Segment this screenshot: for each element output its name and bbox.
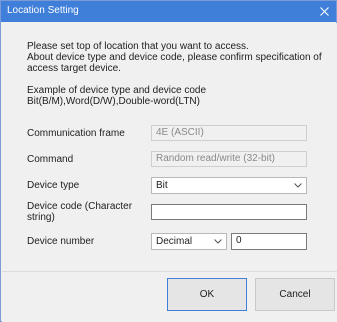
close-button[interactable] (312, 1, 336, 22)
intro-text: Please set top of location that you want… (27, 41, 332, 74)
device-code-label-line-1: Device code (Character (27, 201, 133, 212)
device-code-label-line-2: string) (27, 212, 55, 223)
device-type-select[interactable]: Bit (151, 177, 307, 194)
number-format-select[interactable]: Decimal (151, 233, 227, 250)
communication-frame-label: Communication frame (27, 128, 125, 139)
close-icon (319, 7, 329, 16)
dialog-footer: OK Cancel (2, 272, 337, 322)
command-label: Command (27, 154, 74, 165)
example-text: Example of device type and device code B… (27, 85, 327, 107)
dialog-title: Location Setting (7, 5, 79, 16)
location-setting-dialog: Location Setting Please set top of locat… (0, 0, 337, 322)
command-field: Random read/write (32-bit) (151, 151, 307, 167)
communication-frame-field: 4E (ASCII) (151, 125, 307, 141)
number-format-value: Decimal (156, 236, 193, 247)
intro-line-2: About device type and device code, pleas… (27, 52, 322, 63)
device-code-label: Device code (Character string) (27, 201, 147, 223)
device-type-value: Bit (156, 180, 168, 191)
device-number-label: Device number (27, 236, 95, 247)
device-number-input[interactable]: 0 (231, 233, 307, 250)
title-bar: Location Setting (1, 1, 336, 22)
chevron-down-icon (214, 234, 222, 249)
ok-button[interactable]: OK (167, 278, 247, 311)
device-code-input[interactable] (151, 204, 307, 220)
intro-line-3: access target device. (27, 63, 121, 74)
example-line-2: Bit(B/M),Word(D/W),Double-word(LTN) (27, 96, 200, 107)
cancel-button[interactable]: Cancel (255, 278, 335, 311)
intro-line-1: Please set top of location that you want… (27, 41, 249, 52)
chevron-down-icon (294, 178, 302, 193)
example-line-1: Example of device type and device code (27, 85, 206, 96)
dialog-body: Please set top of location that you want… (2, 23, 337, 271)
device-type-label: Device type (27, 180, 80, 191)
